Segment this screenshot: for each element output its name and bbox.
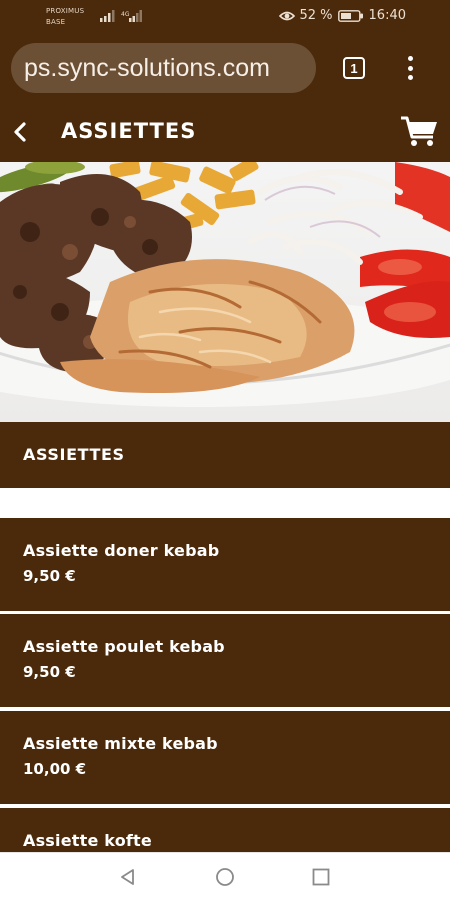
network-type: 4G xyxy=(121,11,130,18)
carrier-line-1: PROXIMUS xyxy=(46,7,85,15)
tab-count-label: 1 xyxy=(350,60,358,76)
carrier-line-2: BASE xyxy=(46,18,66,26)
eye-icon xyxy=(278,11,295,20)
nav-recents-icon[interactable] xyxy=(311,867,331,887)
address-bar[interactable]: ps.sync-solutions.com xyxy=(11,43,316,93)
product-item[interactable]: Assiette kofte xyxy=(0,808,450,852)
product-name: Assiette mixte kebab xyxy=(23,734,218,753)
battery-icon xyxy=(337,9,363,22)
app-header: ASSIETTES xyxy=(0,102,450,162)
nav-home-icon[interactable] xyxy=(215,867,235,887)
signal-icon: 4G xyxy=(121,10,142,22)
status-bar: PROXIMUS BASE 4G 52 % 16:40 xyxy=(0,0,450,34)
back-arrow-icon[interactable] xyxy=(8,118,32,146)
product-list: Assiette doner kebab 9,50 € Assiette pou… xyxy=(0,518,450,852)
url-text[interactable]: ps.sync-solutions.com xyxy=(24,54,270,83)
battery-percent: 52 % xyxy=(299,8,333,23)
product-price: 9,50 € xyxy=(23,567,76,585)
product-name: Assiette poulet kebab xyxy=(23,637,225,656)
product-item[interactable]: Assiette mixte kebab 10,00 € xyxy=(0,711,450,804)
product-item[interactable]: Assiette poulet kebab 9,50 € xyxy=(0,614,450,707)
signal-icon xyxy=(100,10,115,22)
kebab-menu-icon[interactable] xyxy=(400,54,420,82)
product-item[interactable]: Assiette doner kebab 9,50 € xyxy=(0,518,450,611)
nav-back-icon[interactable] xyxy=(118,867,138,887)
tab-switcher-button[interactable]: 1 xyxy=(343,57,365,79)
cart-icon[interactable] xyxy=(400,115,438,149)
carrier-label: PROXIMUS BASE xyxy=(46,6,84,28)
page-title: ASSIETTES xyxy=(61,119,197,143)
product-name: Assiette kofte xyxy=(23,831,152,850)
category-title: ASSIETTES xyxy=(23,445,125,464)
product-price: 10,00 € xyxy=(23,760,87,778)
clock: 16:40 xyxy=(368,8,406,23)
product-name: Assiette doner kebab xyxy=(23,541,220,560)
browser-toolbar: ps.sync-solutions.com 1 xyxy=(0,34,450,102)
category-header: ASSIETTES xyxy=(0,422,450,488)
product-price: 9,50 € xyxy=(23,663,76,681)
system-nav-bar xyxy=(0,852,450,900)
status-right: 52 % 16:40 xyxy=(278,8,406,23)
hero-food-image xyxy=(0,162,450,422)
